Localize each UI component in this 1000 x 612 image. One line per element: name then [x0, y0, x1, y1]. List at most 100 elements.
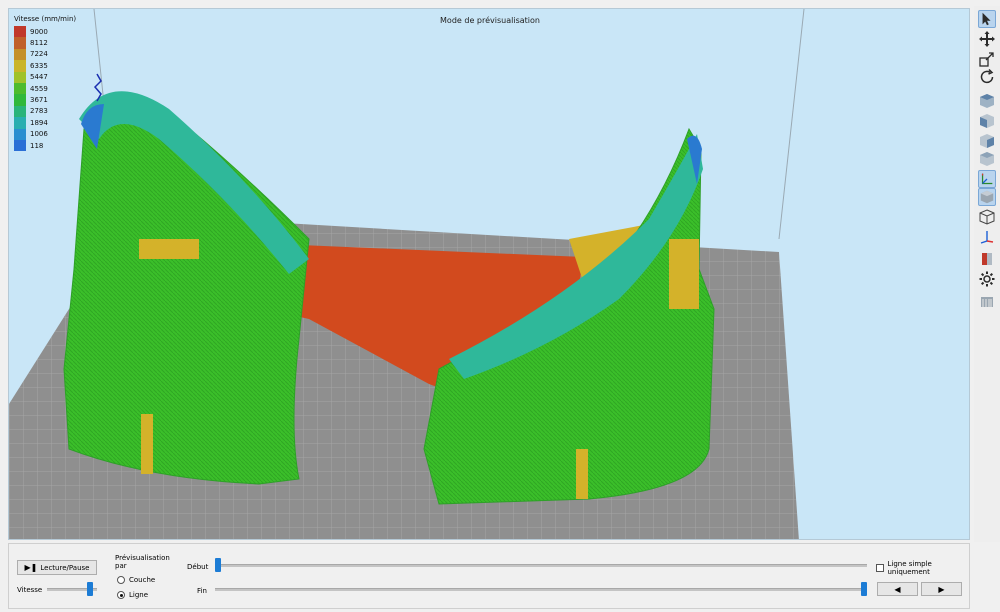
radio-layer[interactable]: Couche	[117, 576, 155, 584]
legend-entry: 6335	[14, 60, 76, 72]
radio-line[interactable]: Ligne	[117, 591, 148, 599]
radio-layer-circle[interactable]	[117, 576, 125, 584]
perimeter-stripe	[141, 414, 153, 474]
fin-slider-track	[215, 588, 867, 591]
arrow-left-icon: ◀	[894, 584, 901, 594]
right-toolbar	[974, 6, 1000, 542]
debut-label: Début	[187, 563, 209, 571]
legend-swatch	[14, 37, 26, 49]
legend-entry: 3671	[14, 94, 76, 106]
view-back-icon	[980, 152, 994, 166]
legend-value: 6335	[30, 61, 48, 70]
supports-icon	[981, 297, 993, 307]
legend-swatch	[14, 105, 26, 118]
axis-z-tool-button[interactable]	[978, 228, 996, 246]
legend-value: 9000	[30, 27, 48, 36]
debut-slider-thumb[interactable]	[215, 558, 221, 572]
legend-value: 8112	[30, 39, 48, 48]
select-icon	[982, 12, 991, 26]
view-front-icon	[980, 114, 994, 128]
fin-label: Fin	[197, 587, 207, 595]
perimeter-stripe	[576, 449, 588, 499]
simple-line-checkbox[interactable]: Ligne simple uniquement	[876, 560, 969, 576]
3d-viewport[interactable]: Mode de prévisualisation Vitesse (mm/min…	[8, 8, 970, 540]
legend-entry: 1006	[14, 128, 76, 140]
legend-entry: 8112	[14, 37, 76, 49]
speed-label: Vitesse	[17, 586, 43, 594]
next-button[interactable]: ▶	[921, 582, 962, 596]
legend-entry: 4559	[14, 82, 76, 95]
build-volume-edge	[778, 9, 805, 240]
debut-slider-track	[215, 564, 867, 567]
perimeter-stripe	[669, 239, 699, 309]
legend-value: 2783	[30, 107, 48, 116]
play-pause-icon: ▶❚	[24, 563, 38, 572]
view-top-tool-button[interactable]	[978, 92, 996, 110]
wireframe-cube-icon	[979, 209, 995, 225]
simple-line-box[interactable]	[876, 564, 884, 572]
legend-title: Vitesse (mm/min)	[14, 15, 77, 23]
print-preview-scene[interactable]	[9, 9, 970, 540]
legend-swatch	[14, 82, 26, 95]
legend-swatch	[14, 117, 26, 129]
speed-slider[interactable]	[47, 582, 97, 596]
legend-entry: 9000	[14, 26, 76, 38]
view-back-tool-button[interactable]	[978, 150, 996, 168]
fin-slider[interactable]	[215, 582, 867, 596]
solid-cube-icon	[980, 190, 994, 204]
legend-swatch	[14, 139, 26, 152]
previous-button[interactable]: ◀	[877, 582, 918, 596]
view-side-icon	[980, 134, 994, 148]
legend-swatch	[14, 26, 26, 38]
wireframe-cube-tool-button[interactable]	[978, 208, 996, 226]
legend-entry: 2783	[14, 105, 76, 118]
scale-tool-button[interactable]	[978, 50, 996, 68]
legend-entry: 5447	[14, 71, 76, 83]
radio-layer-label: Couche	[129, 576, 156, 584]
fin-slider-thumb[interactable]	[861, 582, 867, 596]
legend-swatch	[14, 94, 26, 106]
solid-cube-tool-button[interactable]	[978, 188, 996, 206]
simple-line-label: Ligne simple uniquement	[887, 560, 932, 576]
travel-path	[93, 73, 102, 102]
view-front-tool-button[interactable]	[978, 112, 996, 130]
legend-entry: 7224	[14, 48, 76, 61]
legend-swatch	[14, 48, 26, 61]
move-icon	[979, 31, 995, 47]
play-pause-button[interactable]: ▶❚ Lecture/Pause	[17, 560, 97, 575]
axes-icon	[981, 173, 993, 185]
speed-legend: Vitesse (mm/min) 9000 8112 7224 6335 5447 455…	[14, 15, 77, 152]
legend-value: 118	[30, 141, 44, 150]
axis-z-icon	[980, 231, 994, 244]
legend-value: 7224	[30, 50, 48, 59]
view-top-icon	[980, 94, 994, 108]
legend-entry: 118	[14, 139, 76, 152]
view-side-tool-button[interactable]	[978, 132, 996, 150]
gear-icon	[979, 271, 995, 287]
rotate-icon	[980, 68, 994, 84]
preview-mode-title: Mode de prévisualisation	[440, 16, 540, 25]
axes-tool-button[interactable]	[978, 170, 996, 188]
legend-value: 3671	[30, 96, 48, 105]
supports-tool-button[interactable]	[978, 292, 996, 310]
move-tool-button[interactable]	[978, 30, 996, 48]
section-icon	[982, 253, 992, 265]
radio-line-label: Ligne	[129, 591, 149, 599]
debut-slider[interactable]	[215, 558, 867, 572]
arrow-right-icon: ▶	[938, 584, 945, 594]
section-tool-button[interactable]	[978, 250, 996, 268]
select-tool-button[interactable]	[978, 10, 996, 28]
speed-slider-thumb[interactable]	[86, 582, 93, 596]
rotate-tool-button[interactable]	[978, 68, 996, 86]
preview-controls-panel: ▶❚ Lecture/Pause Vitesse Prévisualisatio…	[8, 543, 970, 609]
radio-line-circle[interactable]	[117, 591, 125, 599]
scale-icon	[979, 52, 994, 67]
play-pause-label: Lecture/Pause	[40, 563, 90, 572]
legend-value: 5447	[30, 73, 48, 82]
legend-entry: 1894	[14, 117, 76, 129]
legend-swatch	[14, 128, 26, 140]
legend-value: 1006	[30, 130, 48, 139]
preview-by-label: Prévisualisation par	[115, 554, 170, 570]
preview-by-group: Prévisualisation par Couche Ligne	[109, 550, 179, 604]
gear-tool-button[interactable]	[978, 270, 996, 288]
